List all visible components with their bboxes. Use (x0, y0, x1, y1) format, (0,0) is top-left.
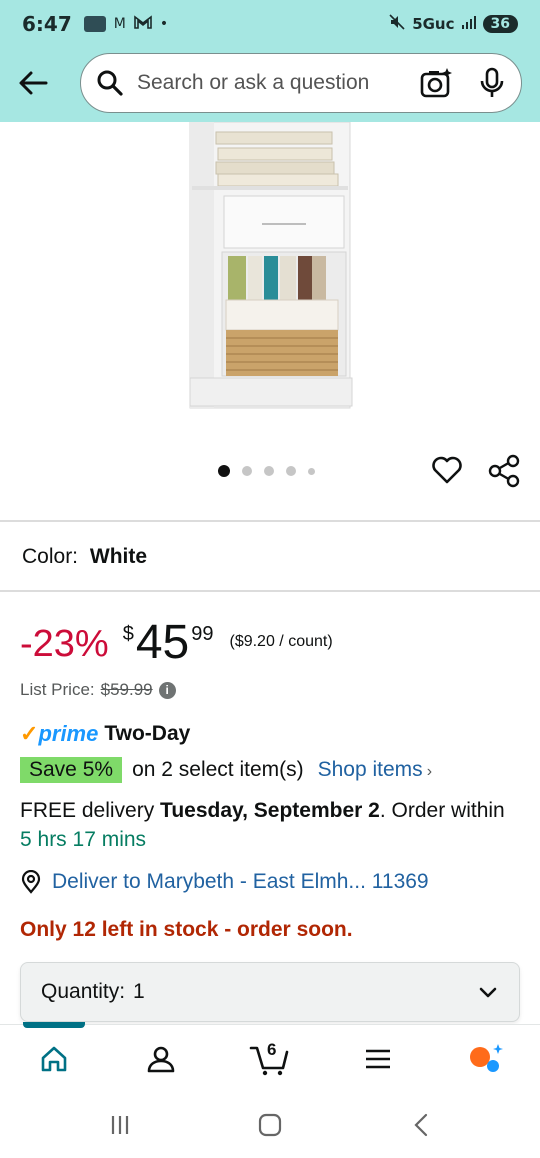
nav-account[interactable] (141, 1039, 181, 1079)
quantity-select[interactable]: Quantity: 1 (20, 962, 520, 1022)
deliver-to-text: Deliver to Marybeth - East Elmh... 11369 (52, 870, 429, 893)
cart-count: 6 (267, 1040, 277, 1059)
delivery-prefix: FREE delivery (20, 799, 155, 822)
list-price: List Price: $59.99 i (20, 680, 176, 700)
shop-items-link[interactable]: Shop items › (318, 758, 432, 782)
search-icon (95, 68, 125, 98)
home-circle-icon[interactable] (255, 1112, 285, 1138)
save-badge: Save 5% (20, 757, 123, 783)
heart-icon (432, 456, 462, 484)
save-promo: Save 5% on 2 select item(s) Shop items › (20, 757, 432, 783)
carousel-dot[interactable] (308, 467, 315, 475)
m-notification-icon: M (113, 16, 126, 32)
prime-badge: ✓ prime Two-Day (20, 721, 190, 747)
dot-icon: • (159, 16, 169, 32)
share-icon (488, 454, 520, 488)
battery-indicator: 36 (482, 15, 518, 33)
carousel-dot[interactable] (242, 466, 252, 476)
bottom-navigation: 6 (0, 1022, 540, 1090)
status-time: 6:47 (22, 12, 72, 36)
currency-symbol: $ (122, 623, 134, 645)
hamburger-menu-icon (366, 1049, 390, 1069)
deliver-to-link[interactable]: Deliver to Marybeth - East Elmh... 11369 (20, 870, 429, 894)
color-label: Color: (22, 545, 79, 568)
location-pin-icon (21, 870, 41, 894)
carousel-dot[interactable] (264, 466, 274, 476)
list-price-label: List Price: (20, 680, 95, 699)
delivery-countdown: 5 hrs 17 mins (20, 828, 147, 851)
chevron-down-icon (479, 987, 497, 998)
info-icon[interactable]: i (158, 681, 176, 699)
divider (0, 520, 540, 522)
notification-icons: M • (83, 15, 169, 33)
status-bar: 6:47 M • 5Guc 36 (0, 0, 540, 48)
back-button[interactable] (16, 66, 50, 100)
chevron-right-icon: › (426, 763, 433, 780)
back-chevron-icon[interactable] (406, 1112, 436, 1138)
color-selector[interactable]: Color: White (22, 545, 147, 569)
microphone-icon[interactable] (477, 66, 507, 100)
nav-home[interactable] (34, 1039, 74, 1079)
nav-menu[interactable] (358, 1039, 398, 1079)
signal-icon (461, 15, 477, 33)
shop-items-label: Shop items (317, 758, 423, 781)
discount-percent: -23% (20, 623, 109, 665)
camera-search-icon[interactable] (419, 66, 453, 100)
home-icon (41, 1046, 67, 1072)
wishlist-button[interactable] (430, 453, 464, 487)
gmail-icon (134, 15, 152, 33)
unit-price: ($9.20 / count) (229, 633, 333, 650)
system-navigation (0, 1090, 540, 1158)
prime-label: prime (38, 721, 99, 746)
prime-speed: Two-Day (104, 722, 191, 745)
price-whole: 45 (135, 616, 190, 669)
prime-check-icon: ✓ (20, 721, 39, 746)
stock-status: Only 12 left in stock - order soon. (20, 918, 353, 941)
quantity-value: 1 (133, 980, 145, 1003)
nav-active-indicator (23, 1022, 85, 1028)
search-bar[interactable] (80, 53, 522, 113)
carousel-dot[interactable] (286, 466, 296, 476)
recent-apps-icon[interactable] (105, 1112, 135, 1138)
quantity-label: Quantity: (41, 980, 126, 1003)
header (0, 48, 540, 122)
price-block: -23% $ 45 99 ($9.20 / count) (20, 615, 333, 671)
product-image[interactable] (0, 121, 540, 452)
rufus-ai-icon (470, 1044, 503, 1072)
list-price-value: $59.99 (100, 680, 153, 699)
nav-cart[interactable]: 6 (248, 1039, 292, 1079)
person-icon (147, 1046, 175, 1073)
image-carousel-dots[interactable] (218, 465, 315, 477)
save-text: on 2 select item(s) (132, 758, 304, 781)
divider (0, 590, 540, 592)
app-notification-icon (83, 16, 106, 32)
color-value: White (89, 545, 148, 568)
delivery-order: . Order within (379, 799, 505, 822)
search-input[interactable] (137, 71, 419, 95)
mute-icon (388, 13, 406, 35)
arrow-left-icon (19, 71, 48, 95)
delivery-info: FREE delivery Tuesday, September 2. Orde… (20, 796, 520, 854)
price-fraction: 99 (191, 623, 214, 645)
carousel-dot[interactable] (218, 465, 230, 477)
delivery-date: Tuesday, September 2 (160, 799, 380, 822)
network-type: 5Guc (412, 15, 455, 33)
nav-rufus[interactable] (466, 1039, 506, 1079)
share-button[interactable] (486, 453, 522, 489)
status-right: 5Guc 36 (388, 13, 518, 35)
